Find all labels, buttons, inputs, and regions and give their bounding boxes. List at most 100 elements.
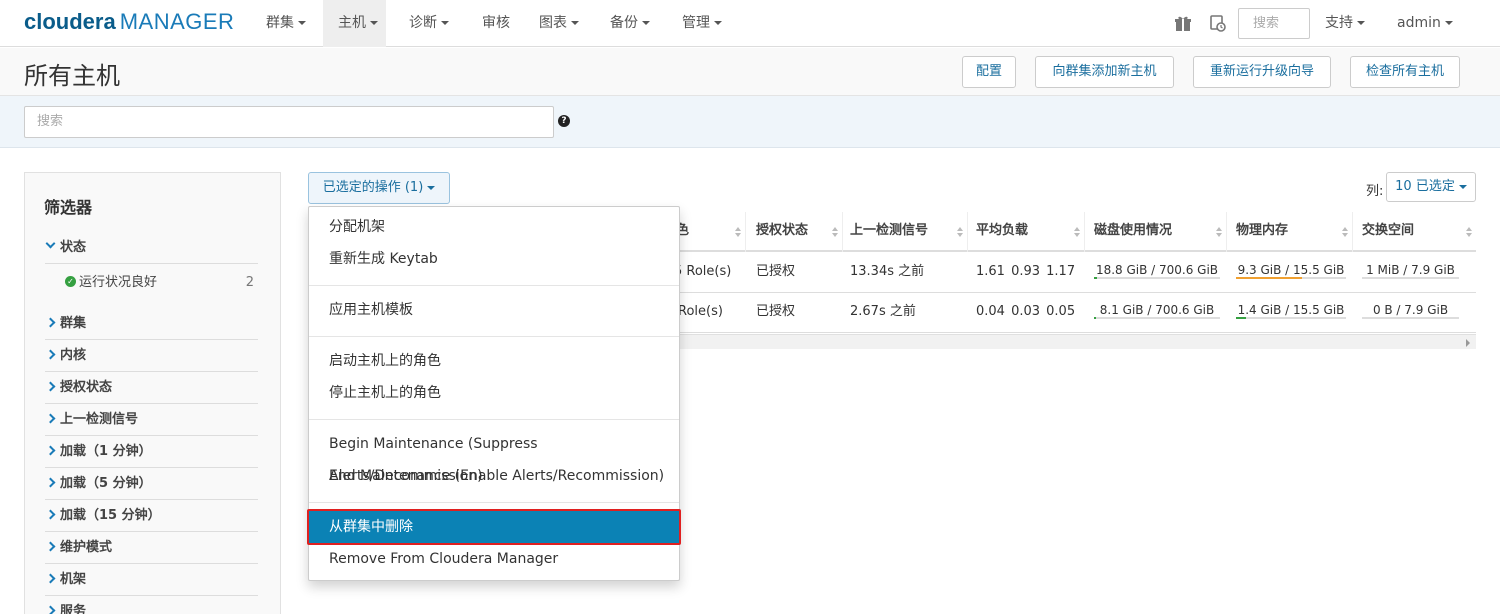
nav-support[interactable]: 支持 xyxy=(1325,0,1365,47)
chevron-down-icon xyxy=(45,238,56,249)
caret-down-icon xyxy=(642,21,650,25)
menu-stop-roles[interactable]: 停止主机上的角色 xyxy=(309,377,679,409)
rerun-upgrade-wizard-button[interactable]: 重新运行升级向导 xyxy=(1193,56,1331,88)
caret-down-icon xyxy=(714,21,722,25)
th-disk-usage[interactable]: 磁盘使用情况 xyxy=(1085,212,1227,252)
chevron-right-icon xyxy=(45,541,56,552)
chevron-right-icon xyxy=(45,509,56,520)
th-last-heartbeat[interactable]: 上一检测信号 xyxy=(843,212,968,252)
th-authorization[interactable]: 授权状态 xyxy=(748,212,843,252)
gift-icon[interactable] xyxy=(1174,14,1192,32)
nav-backup[interactable]: 备份 xyxy=(610,0,650,47)
caret-down-icon xyxy=(441,21,449,25)
th-roles[interactable]: 色 xyxy=(676,212,746,252)
sort-icon xyxy=(957,227,963,237)
top-navbar: cloudera MANAGER 群集 主机 诊断 审核 图表 备份 管理 搜索 … xyxy=(0,0,1500,47)
menu-apply-host-template[interactable]: 应用主机模板 xyxy=(309,294,679,326)
menu-end-maintenance[interactable]: End Maintenance (Enable Alerts/Recommiss… xyxy=(309,460,679,492)
memory-usage-bar: 9.3 GiB / 15.5 GiB xyxy=(1236,263,1346,279)
actions-dropdown-menu: 分配机架 重新生成 Keytab 应用主机模板 启动主机上的角色 停止主机上的角… xyxy=(307,206,681,581)
menu-divider xyxy=(309,502,679,503)
filter-group-service[interactable]: 服务 xyxy=(45,598,258,614)
chevron-right-icon xyxy=(45,317,56,328)
help-icon[interactable]: ? xyxy=(558,115,570,127)
menu-assign-rack[interactable]: 分配机架 xyxy=(309,211,679,243)
th-swap-space[interactable]: 交换空间 xyxy=(1353,212,1476,252)
filters-panel: 筛选器 状态 ✓ 运行状况良好 2 群集 内核 授权状态 上一检测信号 加载（1 … xyxy=(24,172,281,614)
sort-icon xyxy=(735,227,741,237)
caret-down-icon xyxy=(427,185,436,190)
cell-last-heartbeat: 13.34s 之前 xyxy=(850,264,925,279)
scroll-right-icon[interactable] xyxy=(1466,339,1470,347)
configuration-button[interactable]: 配置 xyxy=(962,56,1016,88)
menu-divider xyxy=(309,285,679,286)
filter-group-last-heartbeat[interactable]: 上一检测信号 xyxy=(45,406,258,436)
nav-clusters[interactable]: 群集 xyxy=(266,0,306,47)
filter-group-load-5min[interactable]: 加载（5 分钟） xyxy=(45,470,258,500)
th-physical-memory[interactable]: 物理内存 xyxy=(1227,212,1353,252)
filter-group-cluster[interactable]: 群集 xyxy=(45,310,258,340)
menu-begin-maintenance[interactable]: Begin Maintenance (Suppress Alerts/Decom… xyxy=(309,428,679,484)
nav-search-input[interactable]: 搜索 xyxy=(1238,8,1310,39)
cell-roles[interactable]: 5 Role(s) xyxy=(674,253,731,293)
caret-down-icon xyxy=(1444,21,1453,25)
cell-authorization: 已授权 xyxy=(756,264,796,279)
filter-group-kernel[interactable]: 内核 xyxy=(45,342,258,372)
selected-actions-button[interactable]: 已选定的操作 (1) xyxy=(308,172,450,204)
filter-group-status[interactable]: 状态 xyxy=(45,234,258,264)
search-band: 搜索 ? xyxy=(0,96,1500,148)
menu-start-roles[interactable]: 启动主机上的角色 xyxy=(309,345,679,377)
chevron-right-icon xyxy=(45,349,56,360)
host-search-input[interactable]: 搜索 xyxy=(24,106,554,138)
memory-usage-fill xyxy=(1236,277,1302,279)
chevron-right-icon xyxy=(45,445,56,456)
filter-item-good-health[interactable]: ✓ 运行状况良好 2 xyxy=(65,273,258,303)
chevron-right-icon xyxy=(45,381,56,392)
menu-remove-from-cluster[interactable]: 从群集中删除 xyxy=(307,509,681,545)
disk-usage-fill xyxy=(1094,317,1096,319)
add-hosts-button[interactable]: 向群集添加新主机 xyxy=(1035,56,1174,88)
menu-divider xyxy=(309,419,679,420)
sort-icon xyxy=(1216,227,1222,237)
filter-group-rack[interactable]: 机架 xyxy=(45,566,258,596)
nav-user-menu[interactable]: admin xyxy=(1397,0,1453,47)
running-commands-icon[interactable] xyxy=(1208,14,1226,32)
menu-remove-from-cloudera-manager[interactable]: Remove From Cloudera Manager xyxy=(309,543,679,575)
inspect-all-hosts-button[interactable]: 检查所有主机 xyxy=(1350,56,1460,88)
cloudera-logo[interactable]: cloudera MANAGER xyxy=(24,9,234,35)
disk-usage-bar: 8.1 GiB / 700.6 GiB xyxy=(1094,303,1220,319)
cell-load-average: 0.04 0.03 0.05 xyxy=(976,304,1076,319)
nav-audits[interactable]: 审核 xyxy=(482,0,510,47)
caret-down-icon xyxy=(571,21,579,25)
disk-usage-fill xyxy=(1094,277,1097,279)
cell-roles[interactable]: Role(s) xyxy=(678,293,723,333)
caret-down-icon xyxy=(1458,184,1467,189)
memory-usage-bar: 1.4 GiB / 15.5 GiB xyxy=(1236,303,1346,319)
chevron-right-icon xyxy=(45,477,56,488)
filters-title: 筛选器 xyxy=(44,198,93,217)
filter-group-load-15min[interactable]: 加载（15 分钟） xyxy=(45,502,258,532)
th-load-average[interactable]: 平均负载 xyxy=(968,212,1085,252)
filter-group-load-1min[interactable]: 加载（1 分钟） xyxy=(45,438,258,468)
disk-usage-bar: 18.8 GiB / 700.6 GiB xyxy=(1094,263,1220,279)
check-circle-icon: ✓ xyxy=(65,276,76,287)
cell-authorization: 已授权 xyxy=(756,304,796,319)
filter-group-authorization[interactable]: 授权状态 xyxy=(45,374,258,404)
sort-icon xyxy=(1074,227,1080,237)
cell-last-heartbeat: 2.67s 之前 xyxy=(850,304,916,319)
caret-down-icon xyxy=(1357,21,1365,25)
nav-administration[interactable]: 管理 xyxy=(682,0,722,47)
chevron-right-icon xyxy=(45,413,56,424)
nav-charts[interactable]: 图表 xyxy=(539,0,579,47)
sort-icon xyxy=(1342,227,1348,237)
nav-hosts[interactable]: 主机 xyxy=(323,0,386,47)
columns-label: 列: xyxy=(1366,184,1384,199)
swap-usage-bar: 0 B / 7.9 GiB xyxy=(1362,303,1459,319)
sort-icon xyxy=(832,227,838,237)
cell-load-average: 1.61 0.93 1.17 xyxy=(976,264,1076,279)
filter-group-maintenance[interactable]: 维护模式 xyxy=(45,534,258,564)
nav-diagnostics[interactable]: 诊断 xyxy=(409,0,449,47)
columns-selector[interactable]: 10 已选定 xyxy=(1386,172,1476,202)
menu-divider xyxy=(309,336,679,337)
menu-regenerate-keytab[interactable]: 重新生成 Keytab xyxy=(309,243,679,275)
